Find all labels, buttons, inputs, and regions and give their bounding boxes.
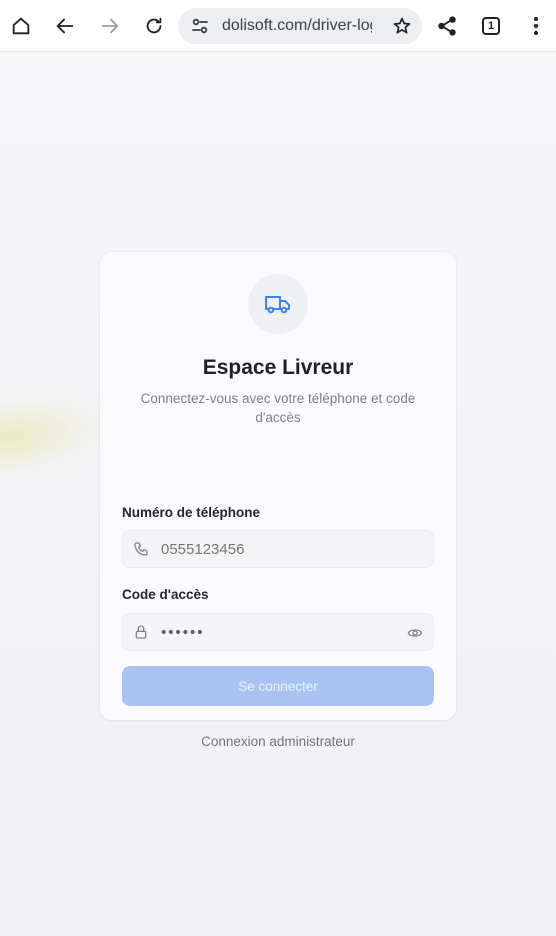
login-card: Espace Livreur Connectez-vous avec votre… — [100, 252, 456, 749]
page-subtitle: Connectez-vous avec votre téléphone et c… — [140, 391, 416, 425]
arrow-right-icon — [101, 18, 119, 34]
browser-toolbar: dolisoft.com/driver-log 1 — [0, 0, 556, 52]
access-code-input[interactable] — [161, 623, 401, 641]
back-button[interactable] — [50, 11, 80, 41]
forward-button[interactable] — [95, 11, 125, 41]
more-menu-icon[interactable] — [526, 14, 546, 38]
phone-icon — [134, 542, 148, 556]
lock-icon — [135, 625, 147, 639]
address-bar[interactable]: dolisoft.com/driver-log — [178, 8, 422, 44]
reload-icon — [146, 17, 162, 34]
bookmark-star-icon[interactable] — [392, 16, 412, 36]
access-code-field[interactable] — [122, 613, 434, 651]
logo-badge — [248, 274, 308, 334]
tab-switcher-button[interactable]: 1 — [482, 17, 500, 35]
home-icon — [12, 17, 30, 35]
home-button[interactable] — [6, 11, 36, 41]
admin-login-link[interactable]: Connexion administrateur — [100, 734, 456, 749]
background-blur-decoration — [0, 383, 115, 483]
reload-button[interactable] — [139, 11, 169, 41]
phone-label: Numéro de téléphone — [122, 505, 261, 520]
site-settings-icon[interactable] — [190, 16, 210, 36]
share-icon — [438, 16, 456, 36]
arrow-left-icon — [56, 18, 74, 34]
eye-icon[interactable] — [407, 625, 423, 641]
phone-field[interactable] — [122, 530, 434, 568]
share-button[interactable] — [432, 11, 462, 41]
code-label: Code d'accès — [122, 587, 209, 602]
login-button[interactable]: Se connecter — [122, 666, 434, 706]
truck-icon — [265, 296, 290, 314]
page-title: Espace Livreur — [202, 356, 354, 379]
url-text: dolisoft.com/driver-log — [222, 17, 372, 34]
phone-input[interactable] — [161, 540, 401, 558]
